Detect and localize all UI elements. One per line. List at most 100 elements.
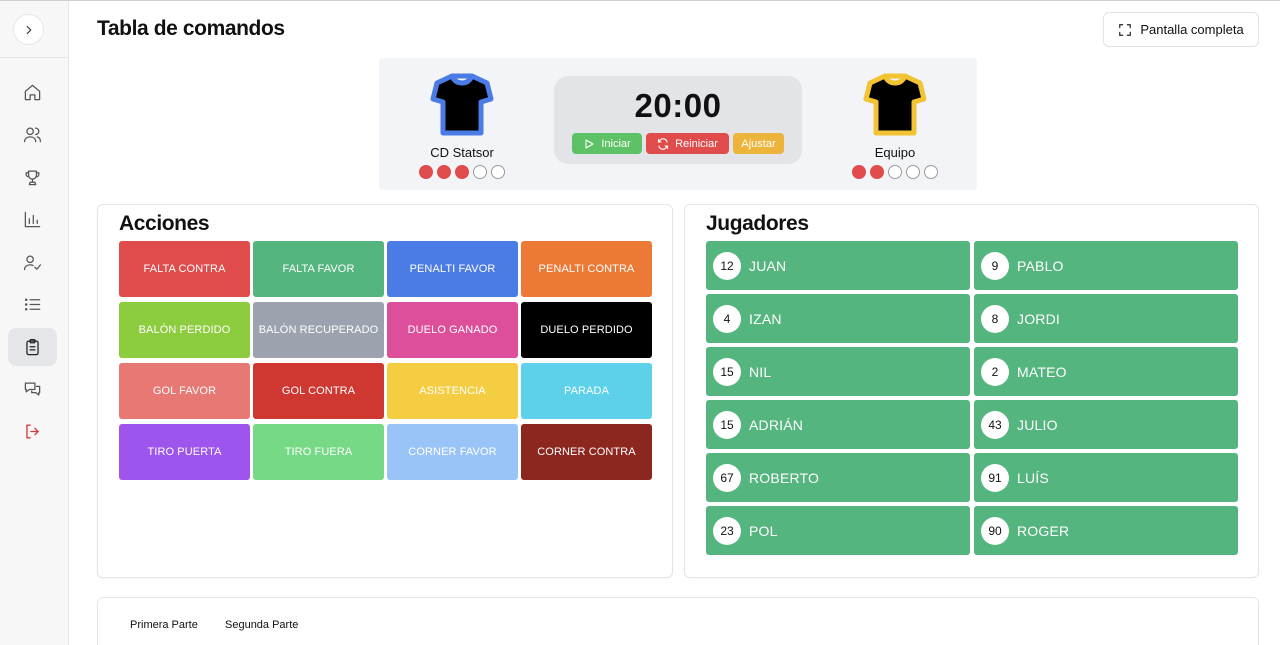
home-team-name: CD Statsor [430,145,494,160]
player-name: POL [749,522,778,539]
player-button[interactable]: 15 NIL [706,347,970,396]
player-number: 2 [981,357,1009,386]
periods-panel: Primera Parte Segunda Parte [97,597,1259,645]
sidebar-item-home[interactable] [8,73,57,111]
fullscreen-icon [1119,23,1132,36]
home-shirt-icon [430,73,494,136]
match-timer: 20:00 Iniciar Reiniciar Ajustar [554,76,802,164]
action-button[interactable]: ASISTENCIA [387,363,518,419]
player-number: 8 [981,304,1009,333]
away-team-name: Equipo [874,145,916,160]
fullscreen-label: Pantalla completa [1140,22,1244,37]
player-button[interactable]: 23 POL [706,506,970,555]
players-title: Jugadores [706,212,809,235]
sidebar-item-messages[interactable] [8,370,57,408]
sidebar-item-attendance[interactable] [8,243,57,281]
home-fouls [387,165,537,179]
scoreboard: CD Statsor 20:00 Iniciar Reiniciar Ajust… [379,58,977,190]
action-button[interactable]: BALÓN RECUPERADO [253,302,384,358]
clipboard-icon [26,338,39,355]
sidebar-item-stats[interactable] [8,200,57,238]
sidebar-item-command-board[interactable] [8,328,57,366]
player-name: ROGER [1017,522,1070,539]
page-title: Tabla de comandos [97,17,285,40]
home-team: CD Statsor [387,58,537,190]
start-button[interactable]: Iniciar [572,133,642,154]
player-number: 67 [713,463,741,492]
actions-grid: FALTA CONTRA FALTA FAVOR PENALTI FAVOR P… [119,241,652,480]
messages-icon [24,382,41,396]
sidebar-item-users[interactable] [8,115,57,153]
reset-button[interactable]: Reiniciar [646,133,729,154]
foul-dot [473,165,487,179]
player-number: 91 [981,463,1009,492]
chevron-right-icon [26,25,31,34]
player-number: 43 [981,410,1009,439]
player-button[interactable]: 4 IZAN [706,294,970,343]
player-button[interactable]: 43 JULIO [974,400,1238,449]
foul-dot [870,165,884,179]
start-label: Iniciar [601,137,631,150]
sidebar-item-trophy[interactable] [8,158,57,196]
foul-dot [491,165,505,179]
player-button[interactable]: 15 ADRIÁN [706,400,970,449]
away-team: Equipo [820,58,970,190]
action-button[interactable]: DUELO GANADO [387,302,518,358]
foul-dot [924,165,938,179]
users-icon [23,127,42,142]
play-icon [585,138,594,149]
action-button[interactable]: GOL FAVOR [119,363,250,419]
sidebar-item-list[interactable] [8,285,57,323]
sidebar [0,1,69,645]
player-button[interactable]: 91 LUÍS [974,453,1238,502]
foul-dot [906,165,920,179]
action-button[interactable]: BALÓN PERDIDO [119,302,250,358]
player-number: 4 [713,304,741,333]
foul-dot [455,165,469,179]
player-name: NIL [749,363,772,380]
player-button[interactable]: 8 JORDI [974,294,1238,343]
player-button[interactable]: 9 PABLO [974,241,1238,290]
fullscreen-button[interactable]: Pantalla completa [1103,12,1259,47]
action-button[interactable]: CORNER CONTRA [521,424,652,480]
players-panel: Jugadores 12 JUAN 9 PABLO 4 IZAN 8 JORDI 15 N… [684,204,1259,578]
foul-dot [419,165,433,179]
player-button[interactable]: 90 ROGER [974,506,1238,555]
tab-second-half[interactable]: Segunda Parte [225,619,298,631]
action-button[interactable]: DUELO PERDIDO [521,302,652,358]
action-button[interactable]: TIRO PUERTA [119,424,250,480]
home-icon [24,84,41,100]
tab-first-half[interactable]: Primera Parte [130,619,198,631]
action-button[interactable]: PENALTI CONTRA [521,241,652,297]
logout-icon [26,423,39,439]
action-button[interactable]: CORNER FAVOR [387,424,518,480]
player-name: PABLO [1017,257,1064,274]
player-number: 12 [713,251,741,280]
away-fouls [820,165,970,179]
player-name: JULIO [1017,416,1058,433]
adjust-label: Ajustar [741,137,776,150]
player-button[interactable]: 67 ROBERTO [706,453,970,502]
reset-label: Reiniciar [675,137,718,150]
timer-display: 20:00 [634,87,722,124]
actions-title: Acciones [119,212,210,235]
players-grid: 12 JUAN 9 PABLO 4 IZAN 8 JORDI 15 NIL 2 MATEO … [706,241,1238,555]
action-button[interactable]: FALTA CONTRA [119,241,250,297]
player-button[interactable]: 2 MATEO [974,347,1238,396]
action-button[interactable]: PENALTI FAVOR [387,241,518,297]
sidebar-item-logout[interactable] [8,412,57,450]
player-number: 90 [981,516,1009,545]
action-button[interactable]: GOL CONTRA [253,363,384,419]
trophy-icon [25,170,40,185]
player-number: 15 [713,410,741,439]
sidebar-toggle-button[interactable] [13,14,44,45]
adjust-button[interactable]: Ajustar [733,133,784,154]
action-button[interactable]: PARADA [521,363,652,419]
list-icon [24,297,41,311]
player-name: JORDI [1017,310,1060,327]
player-name: JUAN [749,257,787,274]
action-button[interactable]: FALTA FAVOR [253,241,384,297]
player-button[interactable]: 12 JUAN [706,241,970,290]
away-shirt-icon [863,73,927,136]
action-button[interactable]: TIRO FUERA [253,424,384,480]
